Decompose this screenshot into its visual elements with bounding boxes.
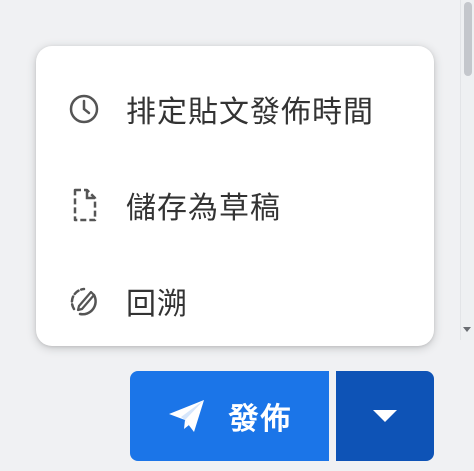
backdate-icon xyxy=(64,281,104,321)
scroll-thumb[interactable] xyxy=(464,2,472,76)
clock-icon xyxy=(64,89,104,129)
menu-item-label: 回溯 xyxy=(126,287,188,322)
publish-button-label: 發佈 xyxy=(228,402,293,437)
menu-item-backdate[interactable]: 回溯 xyxy=(36,253,434,349)
menu-item-save-draft[interactable]: 儲存為草稿 xyxy=(36,157,434,253)
publish-options-menu: 排定貼文發佈時間 儲存為草稿 回溯 xyxy=(36,46,434,346)
publish-options-dropdown-button[interactable] xyxy=(336,371,434,461)
menu-item-label: 排定貼文發佈時間 xyxy=(126,95,374,130)
draft-document-icon xyxy=(64,185,104,225)
menu-item-schedule[interactable]: 排定貼文發佈時間 xyxy=(36,61,434,157)
menu-item-label: 儲存為草稿 xyxy=(126,191,281,226)
send-icon xyxy=(167,396,207,436)
scroll-down-arrow-icon[interactable] xyxy=(463,327,471,332)
caret-down-icon xyxy=(373,410,397,422)
scrollbar[interactable] xyxy=(460,0,474,340)
publish-button[interactable]: 發佈 xyxy=(130,371,329,461)
